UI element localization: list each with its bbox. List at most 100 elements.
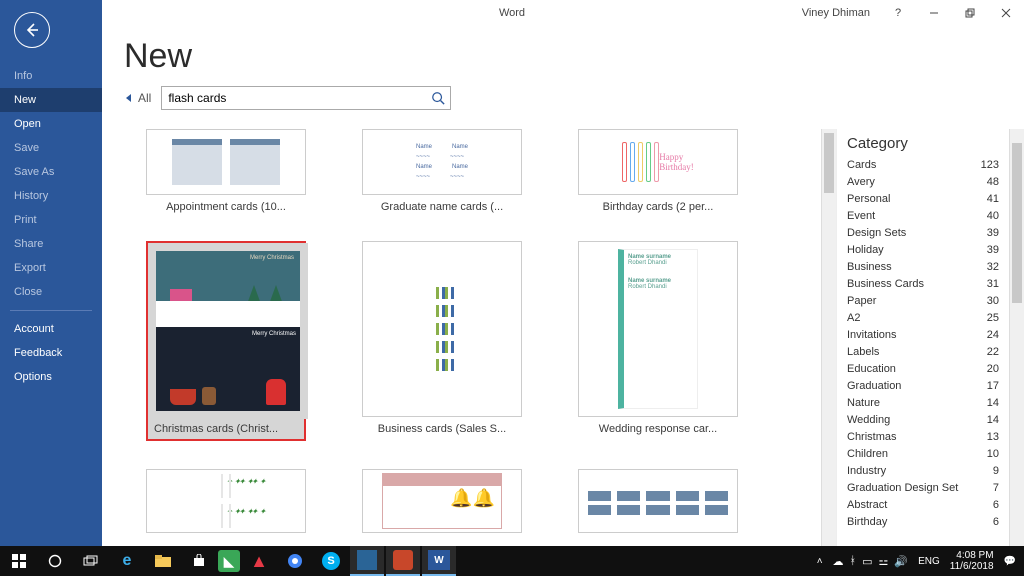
- volume-icon[interactable]: 🔊: [894, 555, 908, 568]
- template-thumbnail: HappyBirthday!: [578, 129, 738, 195]
- template-card[interactable]: Business cards (Sales S...: [362, 241, 522, 441]
- template-card[interactable]: NameName~~~~~~~~NameName~~~~~~~~Graduate…: [362, 129, 522, 213]
- category-row[interactable]: Cards123: [837, 156, 1009, 173]
- category-name: Industry: [847, 465, 886, 477]
- template-card[interactable]: [578, 469, 738, 533]
- category-count: 48: [987, 176, 999, 188]
- search-icon[interactable]: [426, 91, 450, 105]
- template-card[interactable]: Name surnameRobert DhandiName surnameRob…: [578, 241, 738, 441]
- minimize-button[interactable]: [920, 2, 948, 24]
- category-count: 25: [987, 312, 999, 324]
- category-row[interactable]: Business Cards31: [837, 275, 1009, 292]
- sidebar-item-info: Info: [0, 64, 102, 88]
- template-search-box[interactable]: [161, 86, 451, 110]
- explorer-icon[interactable]: [146, 546, 180, 576]
- category-row[interactable]: Labels22: [837, 343, 1009, 360]
- category-scrollbar[interactable]: [1009, 129, 1024, 546]
- category-name: Abstract: [847, 499, 887, 511]
- search-scope-all[interactable]: All: [124, 91, 151, 105]
- ime-lang[interactable]: ENG: [918, 556, 940, 567]
- category-row[interactable]: Birthday6: [837, 513, 1009, 530]
- category-row[interactable]: Paper30: [837, 292, 1009, 309]
- app-name: Word: [499, 7, 525, 19]
- onedrive-icon[interactable]: ☁: [833, 555, 844, 568]
- skype-icon[interactable]: S: [314, 546, 348, 576]
- category-heading: Category: [837, 129, 1009, 156]
- app-icon[interactable]: ▲: [242, 546, 276, 576]
- category-row[interactable]: Graduation17: [837, 377, 1009, 394]
- clock-date[interactable]: 11/6/2018: [950, 561, 994, 572]
- category-count: 39: [987, 244, 999, 256]
- backstage-sidebar: InfoNewOpenSaveSave AsHistoryPrintShareE…: [0, 0, 102, 546]
- category-row[interactable]: Invitations24: [837, 326, 1009, 343]
- template-card[interactable]: Appointment cards (10...: [146, 129, 306, 213]
- signed-in-user[interactable]: Viney Dhiman: [796, 7, 876, 19]
- action-center-icon[interactable]: 💬: [1004, 556, 1016, 567]
- word-icon[interactable]: W: [422, 546, 456, 576]
- back-button[interactable]: [14, 12, 50, 48]
- wifi-icon[interactable]: ⚍: [879, 555, 889, 568]
- category-row[interactable]: Children10: [837, 445, 1009, 462]
- template-card[interactable]: 🔔🔔: [362, 469, 522, 533]
- category-row[interactable]: A225: [837, 309, 1009, 326]
- sidebar-item-account[interactable]: Account: [0, 317, 102, 341]
- template-card[interactable]: Merry ChristmasMerry ChristmasChristmas …: [146, 241, 306, 441]
- category-row[interactable]: Business32: [837, 258, 1009, 275]
- sidebar-item-open[interactable]: Open: [0, 112, 102, 136]
- template-card[interactable]: HappyBirthday!Birthday cards (2 per...: [578, 129, 738, 213]
- category-row[interactable]: Abstract6: [837, 496, 1009, 513]
- start-button[interactable]: [2, 546, 36, 576]
- app-icon[interactable]: [386, 546, 420, 576]
- store-icon[interactable]: [182, 546, 216, 576]
- chrome-icon[interactable]: [278, 546, 312, 576]
- category-row[interactable]: Event40: [837, 207, 1009, 224]
- clock-time[interactable]: 4:08 PM: [956, 550, 993, 561]
- gallery-scrollbar[interactable]: [821, 129, 836, 546]
- category-count: 20: [987, 363, 999, 375]
- category-name: Holiday: [847, 244, 884, 256]
- help-button[interactable]: ?: [884, 2, 912, 24]
- category-row[interactable]: Personal41: [837, 190, 1009, 207]
- category-name: Design Sets: [847, 227, 906, 239]
- category-name: Wedding: [847, 414, 890, 426]
- category-row[interactable]: Education20: [837, 360, 1009, 377]
- category-row[interactable]: Holiday 39: [837, 241, 1009, 258]
- sidebar-item-options[interactable]: Options: [0, 365, 102, 389]
- category-row[interactable]: Design Sets39: [837, 224, 1009, 241]
- category-row[interactable]: Wedding14: [837, 411, 1009, 428]
- category-row[interactable]: Avery48: [837, 173, 1009, 190]
- restore-button[interactable]: [956, 2, 984, 24]
- app-icon[interactable]: ◣: [218, 550, 240, 572]
- sidebar-item-new[interactable]: New: [0, 88, 102, 112]
- system-tray[interactable]: ☁ ᚼ ▭ ⚍ 🔊: [833, 555, 909, 568]
- task-view-button[interactable]: [74, 546, 108, 576]
- category-count: 10: [987, 448, 999, 460]
- category-count: 24: [987, 329, 999, 341]
- category-count: 9: [993, 465, 999, 477]
- cortana-button[interactable]: [38, 546, 72, 576]
- edge-icon[interactable]: e: [110, 546, 144, 576]
- category-row[interactable]: Industry 9: [837, 462, 1009, 479]
- category-count: 13: [987, 431, 999, 443]
- app-icon[interactable]: [350, 546, 384, 576]
- category-count: 41: [987, 193, 999, 205]
- tray-chevron-icon[interactable]: ˄: [817, 556, 823, 567]
- category-name: Graduation: [847, 380, 901, 392]
- category-row[interactable]: Nature14: [837, 394, 1009, 411]
- page-title: New: [102, 25, 1024, 82]
- sidebar-item-save-as: Save As: [0, 160, 102, 184]
- category-row[interactable]: Christmas13: [837, 428, 1009, 445]
- template-thumbnail: 🔔🔔: [362, 469, 522, 533]
- titlebar: Word Viney Dhiman ?: [0, 0, 1024, 25]
- template-card[interactable]: [146, 469, 306, 533]
- battery-icon[interactable]: ▭: [862, 555, 872, 568]
- bluetooth-icon[interactable]: ᚼ: [850, 555, 857, 568]
- category-count: 40: [987, 210, 999, 222]
- close-button[interactable]: [992, 2, 1020, 24]
- category-count: 14: [987, 397, 999, 409]
- category-row[interactable]: Graduation Design Set7: [837, 479, 1009, 496]
- search-input[interactable]: [162, 91, 426, 105]
- category-name: Business Cards: [847, 278, 924, 290]
- sidebar-item-feedback[interactable]: Feedback: [0, 341, 102, 365]
- template-thumbnail: NameName~~~~~~~~NameName~~~~~~~~: [362, 129, 522, 195]
